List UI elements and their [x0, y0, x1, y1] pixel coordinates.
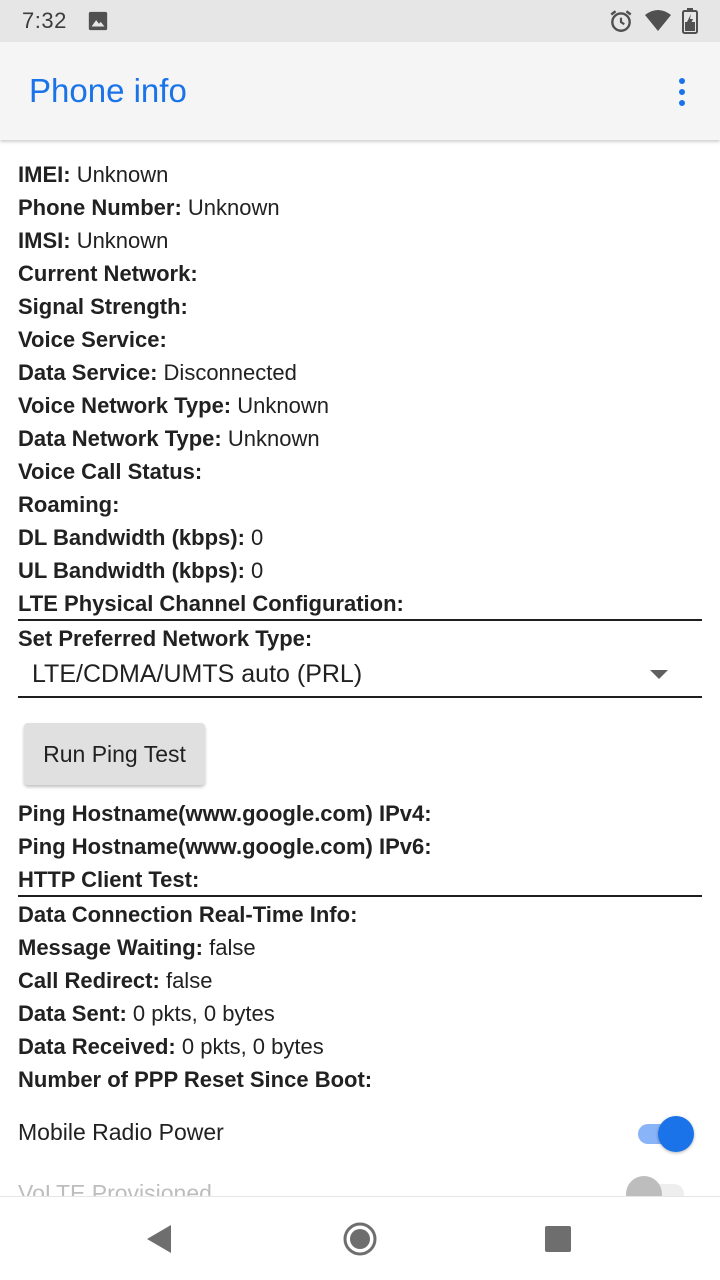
data-sent-value: 0 pkts, 0 bytes [132, 1001, 275, 1026]
signal-strength-row: Signal Strength: [18, 290, 188, 323]
imsi-value: Unknown [76, 228, 169, 253]
navigation-bar [0, 1196, 720, 1280]
dl-bandwidth-row: DL Bandwidth (kbps): 0 [18, 521, 263, 554]
imei-value: Unknown [76, 162, 169, 187]
divider [18, 895, 702, 897]
message-waiting-row: Message Waiting: false [18, 931, 256, 964]
network-type-selected: LTE/CDMA/UMTS auto (PRL) [32, 660, 363, 688]
divider [18, 619, 702, 621]
volte-provisioned-label: VoLTE Provisioned [18, 1180, 212, 1196]
network-type-label: Set Preferred Network Type: [18, 626, 313, 651]
network-type-row: Set Preferred Network Type: [18, 622, 312, 655]
imei-label: IMEI: [18, 162, 71, 187]
imsi-row: IMSI: Unknown [18, 224, 168, 257]
ul-bandwidth-value: 0 [251, 558, 264, 583]
more-vert-icon[interactable] [670, 76, 694, 108]
ping-ipv4-label: Ping Hostname(www.google.com) IPv4: [18, 801, 432, 826]
data-sent-row: Data Sent: 0 pkts, 0 bytes [18, 997, 275, 1030]
mobile-radio-power-toggle[interactable] [638, 1114, 696, 1154]
ul-bandwidth-label: UL Bandwidth (kbps): [18, 558, 245, 583]
phone-number-value: Unknown [187, 195, 280, 220]
data-received-row: Data Received: 0 pkts, 0 bytes [18, 1030, 324, 1063]
realtime-info-row: Data Connection Real-Time Info: [18, 898, 357, 931]
phone-number-row: Phone Number: Unknown [18, 191, 280, 224]
data-received-value: 0 pkts, 0 bytes [181, 1034, 324, 1059]
phone-info-content[interactable]: IMEI: Unknown Phone Number: Unknown IMSI… [0, 140, 720, 1196]
dl-bandwidth-value: 0 [251, 525, 264, 550]
page-title: Phone info [29, 72, 187, 109]
ul-bandwidth-row: UL Bandwidth (kbps): 0 [18, 554, 263, 587]
call-redirect-value: false [165, 968, 213, 993]
http-client-test-row: HTTP Client Test: [18, 863, 199, 896]
data-network-type-value: Unknown [227, 426, 320, 451]
imsi-label: IMSI: [18, 228, 71, 253]
voice-service-row: Voice Service: [18, 323, 167, 356]
toggle-thumb [658, 1116, 694, 1152]
data-service-label: Data Service: [18, 360, 158, 385]
dl-bandwidth-label: DL Bandwidth (kbps): [18, 525, 245, 550]
lte-config-label: LTE Physical Channel Configuration: [18, 591, 404, 616]
voice-network-type-value: Unknown [237, 393, 329, 418]
dropdown-arrow-icon [650, 670, 668, 679]
call-redirect-row: Call Redirect: false [18, 964, 212, 997]
data-service-value: Disconnected [163, 360, 297, 385]
home-icon[interactable] [340, 1219, 380, 1259]
ping-ipv6-row: Ping Hostname(www.google.com) IPv6: [18, 830, 432, 863]
run-ping-test-button[interactable]: Run Ping Test [24, 723, 205, 785]
http-client-test-label: HTTP Client Test: [18, 867, 200, 892]
voice-network-type-row: Voice Network Type: Unknown [18, 389, 329, 422]
current-network-row: Current Network: [18, 257, 198, 290]
current-network-label: Current Network: [18, 261, 198, 286]
voice-network-type-label: Voice Network Type: [18, 393, 232, 418]
voice-call-status-label: Voice Call Status: [18, 459, 203, 484]
ppp-reset-row: Number of PPP Reset Since Boot: [18, 1063, 372, 1096]
phone-number-label: Phone Number: [18, 195, 182, 220]
ping-ipv6-label: Ping Hostname(www.google.com) IPv6: [18, 834, 432, 859]
back-icon[interactable] [139, 1219, 179, 1259]
lte-config-row: LTE Physical Channel Configuration: [18, 587, 404, 620]
mobile-radio-power-label: Mobile Radio Power [18, 1119, 224, 1145]
toggle-thumb [626, 1176, 662, 1196]
roaming-label: Roaming: [18, 492, 120, 517]
image-icon [88, 11, 107, 31]
realtime-info-label: Data Connection Real-Time Info: [18, 902, 358, 927]
imei-row: IMEI: Unknown [18, 158, 168, 191]
app-bar: Phone info [0, 42, 720, 140]
roaming-row: Roaming: [18, 488, 119, 521]
battery-icon [682, 8, 698, 34]
network-type-dropdown[interactable]: LTE/CDMA/UMTS auto (PRL) [18, 654, 702, 698]
data-sent-label: Data Sent: [18, 1001, 127, 1026]
message-waiting-value: false [209, 935, 256, 960]
call-redirect-label: Call Redirect: [18, 968, 160, 993]
wifi-icon [645, 10, 671, 31]
alarm-icon [610, 10, 632, 32]
status-time: 7:32 [22, 8, 67, 33]
data-network-type-row: Data Network Type: Unknown [18, 422, 320, 455]
voice-service-label: Voice Service: [18, 327, 167, 352]
signal-strength-label: Signal Strength: [18, 294, 188, 319]
voice-call-status-row: Voice Call Status: [18, 455, 202, 488]
ping-ipv4-row: Ping Hostname(www.google.com) IPv4: [18, 797, 432, 830]
recents-icon[interactable] [538, 1219, 578, 1259]
data-received-label: Data Received: [18, 1034, 176, 1059]
status-bar: 7:32 [0, 0, 720, 42]
ppp-reset-label: Number of PPP Reset Since Boot: [18, 1067, 373, 1092]
data-network-type-label: Data Network Type: [18, 426, 222, 451]
data-service-row: Data Service: Disconnected [18, 356, 297, 389]
message-waiting-label: Message Waiting: [18, 935, 203, 960]
volte-provisioned-toggle[interactable] [626, 1174, 684, 1196]
